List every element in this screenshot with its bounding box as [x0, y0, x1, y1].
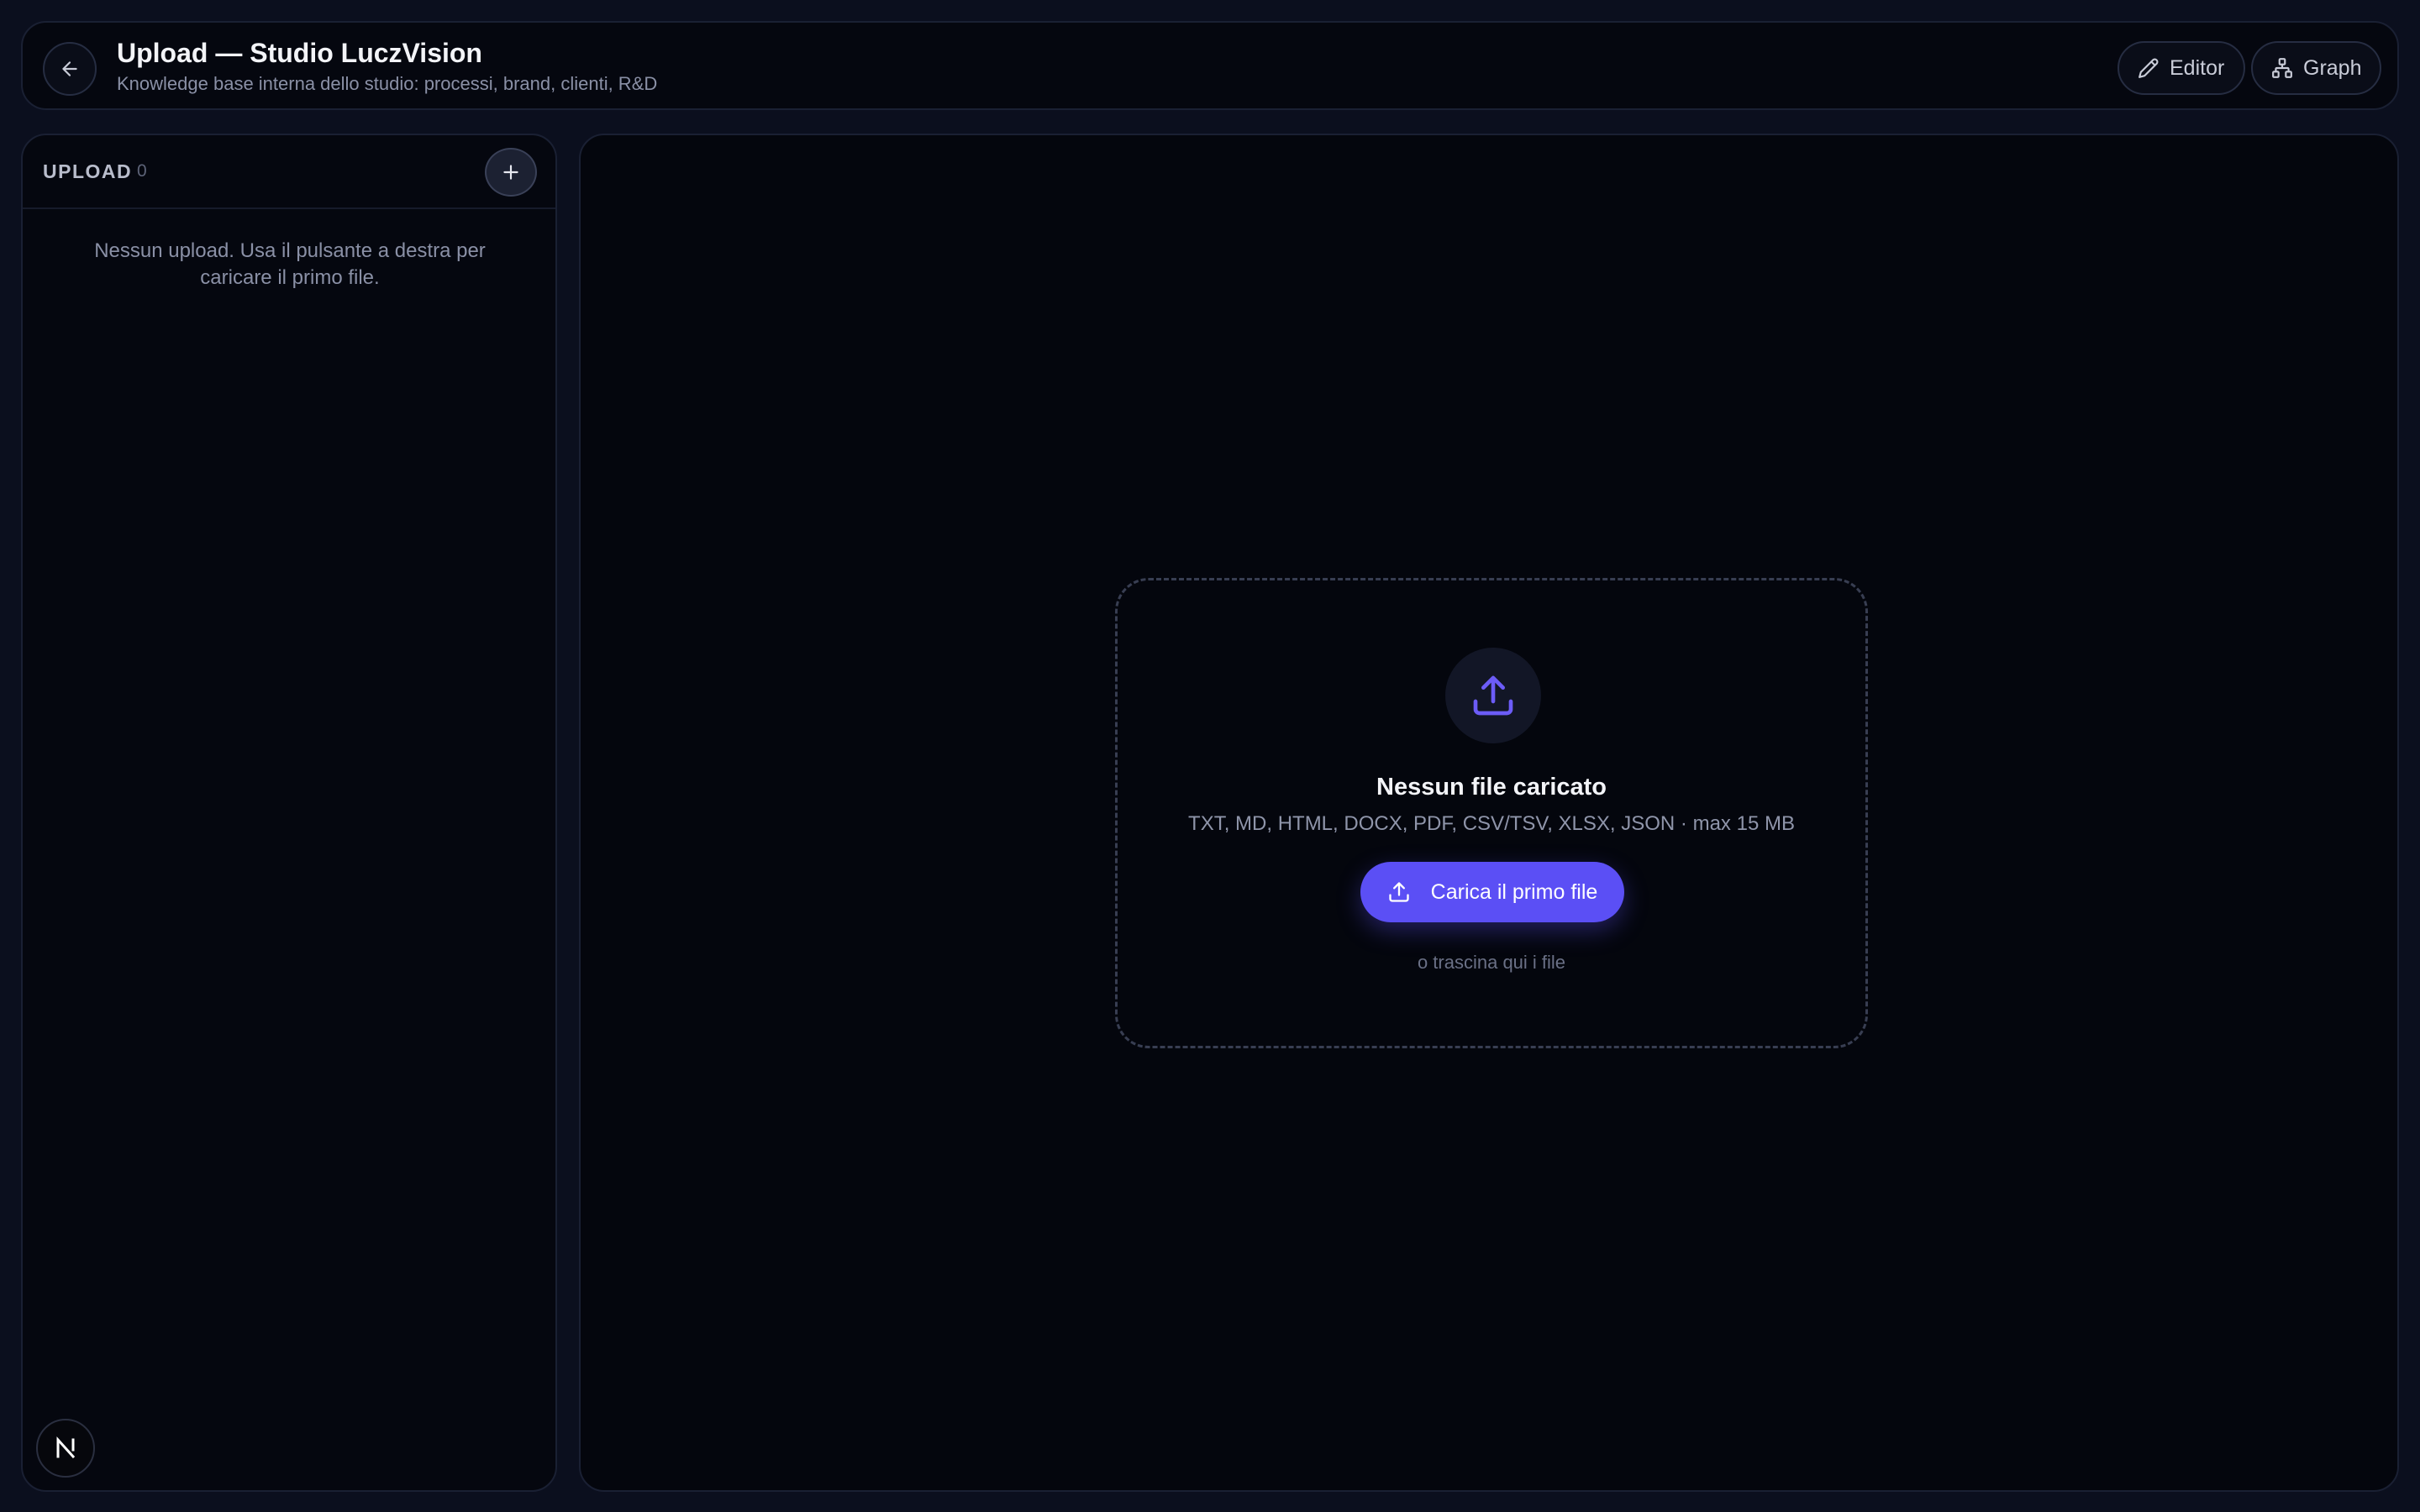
upload-sidebar: UPLOAD 0 Nessun upload. Usa il pulsante …: [21, 134, 557, 1492]
editor-button-label: Editor: [2170, 55, 2225, 80]
empty-uploads-message: Nessun upload. Usa il pulsante a destra …: [94, 239, 486, 289]
back-button[interactable]: [43, 42, 97, 96]
file-dropzone[interactable]: Nessun file caricato TXT, MD, HTML, DOCX…: [1115, 578, 1868, 1048]
add-upload-button[interactable]: [485, 148, 537, 197]
upload-first-file-button[interactable]: Carica il primo file: [1360, 862, 1624, 922]
plus-icon: [500, 161, 522, 183]
editor-button[interactable]: Editor: [2118, 41, 2245, 95]
drag-drop-hint: o trascina qui i file: [1417, 952, 1566, 973]
dropzone-icon-container: [1445, 648, 1541, 743]
upload-icon: [1470, 672, 1517, 719]
upload-icon: [1387, 880, 1411, 904]
accepted-formats: TXT, MD, HTML, DOCX, PDF, CSV/TSV, XLSX,…: [1188, 812, 1795, 835]
n-logo-badge[interactable]: [36, 1419, 95, 1478]
main-panel: Nessun file caricato TXT, MD, HTML, DOCX…: [579, 134, 2399, 1492]
sidebar-header: UPLOAD 0: [23, 135, 555, 209]
sitemap-icon: [2271, 57, 2293, 79]
upload-first-file-label: Carica il primo file: [1430, 879, 1598, 904]
graph-button[interactable]: Graph: [2251, 41, 2381, 95]
graph-button-label: Graph: [2303, 55, 2362, 80]
page-subtitle: Knowledge base interna dello studio: pro…: [117, 73, 658, 94]
page-title: Upload — Studio LuczVision: [117, 38, 482, 68]
n-logo-icon: [52, 1435, 79, 1462]
dropzone-title: Nessun file caricato: [1376, 774, 1607, 801]
top-bar: Upload — Studio LuczVision Knowledge bas…: [21, 21, 2399, 110]
arrow-left-icon: [59, 58, 81, 80]
sidebar-section-label: UPLOAD: [43, 160, 133, 182]
upload-count: 0: [137, 161, 147, 181]
pencil-icon: [2138, 57, 2160, 79]
